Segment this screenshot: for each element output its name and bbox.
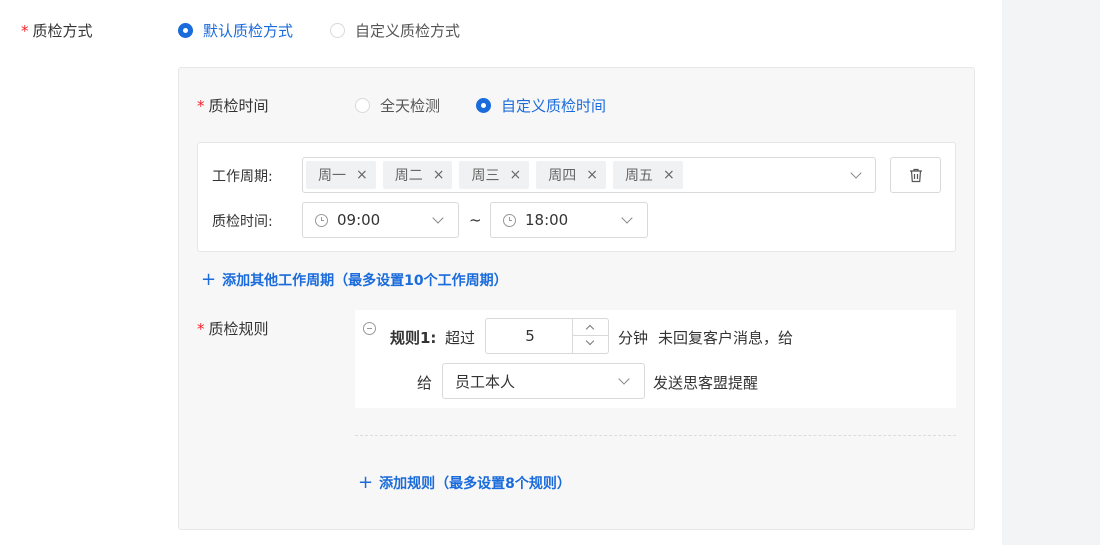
custom-settings-panel (178, 67, 975, 530)
right-gutter (1002, 0, 1100, 545)
increment-button[interactable] (573, 319, 608, 336)
chevron-down-icon (618, 373, 630, 385)
end-time-picker[interactable]: 18:00 (490, 202, 648, 238)
radio-label: 自定义质检时间 (501, 97, 607, 115)
radio-dot (476, 98, 491, 113)
radio-label: 自定义质检方式 (355, 22, 461, 40)
work-cycle-label: 工作周期: (212, 169, 273, 185)
add-work-period-link[interactable]: + 添加其他工作周期（最多设置10个工作周期） (201, 270, 508, 290)
inspection-rules-label: * 质检规则 (197, 318, 269, 339)
radio-custom-method[interactable]: 自定义质检方式 (330, 20, 460, 41)
radio-dot (330, 23, 345, 38)
divider (355, 435, 956, 436)
tag-remove-icon[interactable]: × (509, 167, 521, 183)
start-time-value: 09:00 (337, 211, 381, 229)
stepper-buttons (572, 319, 608, 353)
required-mark: * (197, 320, 205, 338)
day-tag: 周一 × (306, 161, 376, 189)
condition-text: 未回复客户消息，给 (658, 329, 794, 347)
time-separator: ~ (469, 211, 482, 229)
plus-icon: + (201, 269, 217, 290)
day-tag: 周三 × (459, 161, 530, 189)
inspection-hours-label: 质检时间: (212, 214, 273, 230)
add-rule-link[interactable]: + 添加规则（最多设置8个规则） (358, 473, 571, 493)
radio-dot (178, 23, 193, 38)
inspection-method-label: * 质检方式 (21, 20, 93, 41)
recipient-value: 员工本人 (455, 372, 516, 391)
trash-icon (909, 168, 922, 182)
add-work-period-label: 添加其他工作周期（最多设置10个工作周期） (222, 273, 508, 289)
tag-remove-icon[interactable]: × (586, 167, 598, 183)
day-tag: 周四 × (536, 161, 606, 189)
radio-label: 全天检测 (380, 97, 441, 115)
minutes-stepper[interactable]: 5 (485, 318, 609, 354)
day-tag: 周五 × (612, 161, 683, 189)
tag-remove-icon[interactable]: × (433, 167, 445, 183)
delete-period-button[interactable] (890, 157, 941, 193)
unit-text: 分钟 (618, 329, 649, 347)
give-text: 给 (417, 374, 433, 392)
chevron-down-icon (850, 167, 862, 179)
required-mark: * (21, 22, 29, 40)
tag-remove-icon[interactable]: × (663, 167, 675, 183)
rule-name: 规则1: (390, 329, 437, 347)
chevron-down-icon (432, 212, 444, 224)
inspection-time-label: * 质检时间 (197, 95, 269, 116)
day-tag-label: 周二 (394, 168, 423, 184)
radio-all-day[interactable]: 全天检测 (355, 95, 440, 116)
required-mark: * (197, 97, 205, 115)
clock-icon (315, 213, 328, 227)
decrement-button[interactable] (573, 336, 608, 353)
plus-icon: + (358, 472, 374, 493)
tag-remove-icon[interactable]: × (356, 167, 368, 183)
day-tag-label: 周三 (471, 168, 500, 184)
radio-default-method[interactable]: 默认质检方式 (178, 20, 293, 41)
add-rule-label: 添加规则（最多设置8个规则） (379, 476, 571, 492)
radio-dot (355, 98, 370, 113)
remove-rule-icon[interactable] (363, 322, 376, 335)
work-days-select[interactable]: 周一 × 周二 × 周三 × 周四 × 周五 × (302, 157, 876, 193)
inspection-method-label-text: 质检方式 (32, 22, 93, 40)
start-time-picker[interactable]: 09:00 (302, 202, 459, 238)
chevron-down-icon (621, 212, 633, 224)
radio-label: 默认质检方式 (203, 22, 294, 40)
clock-icon (503, 213, 516, 227)
day-tag: 周二 × (382, 161, 453, 189)
chevron-down-icon (585, 336, 595, 346)
minutes-value[interactable]: 5 (486, 319, 574, 353)
chevron-up-icon (585, 324, 595, 334)
day-tag-label: 周五 (624, 168, 653, 184)
inspection-time-label-text: 质检时间 (208, 97, 269, 115)
inspection-rules-label-text: 质检规则 (208, 320, 269, 338)
radio-custom-time[interactable]: 自定义质检时间 (476, 95, 606, 116)
day-tag-label: 周四 (548, 168, 577, 184)
day-tag-label: 周一 (318, 168, 346, 184)
end-time-value: 18:00 (525, 211, 569, 229)
recipient-select[interactable]: 员工本人 (442, 363, 645, 399)
exceed-text: 超过 (445, 329, 476, 347)
action-text: 发送思客盟提醒 (653, 374, 759, 392)
